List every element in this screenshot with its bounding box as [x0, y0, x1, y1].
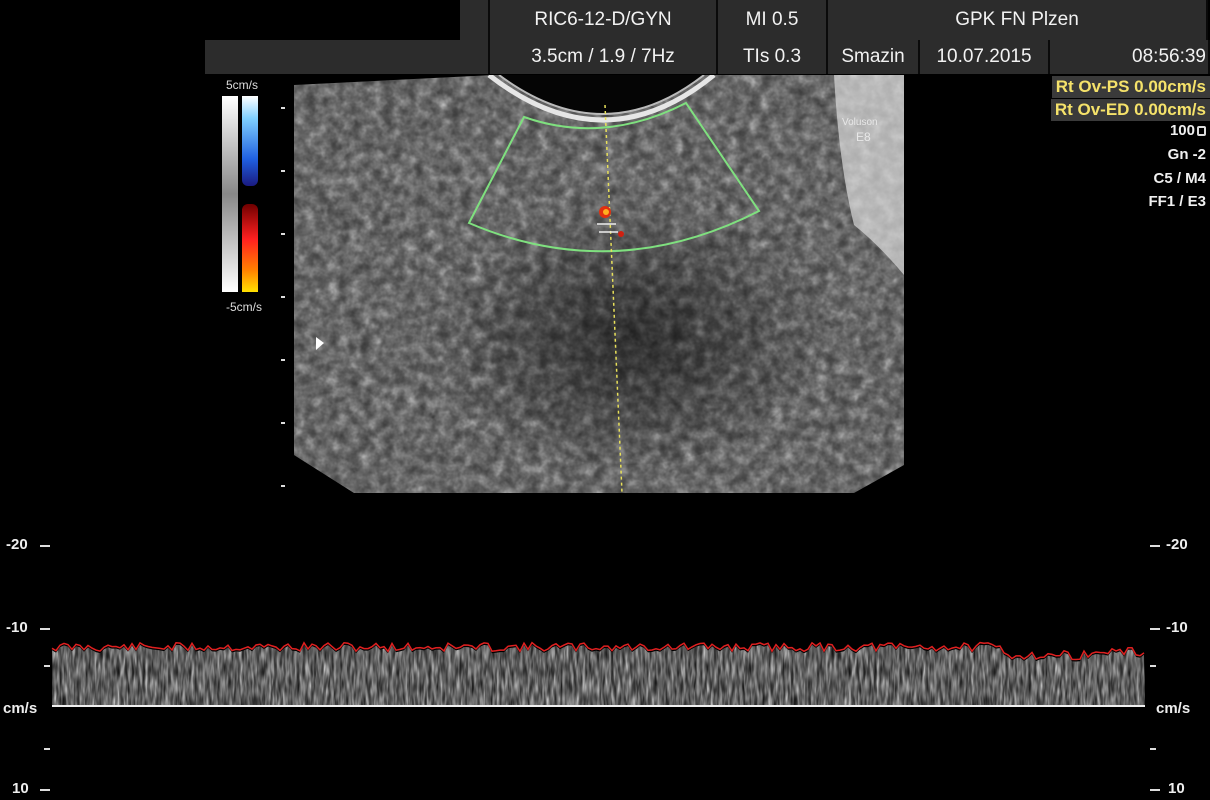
axis-right-unit: cm/s: [1156, 700, 1191, 717]
lock-icon: [1197, 126, 1206, 136]
axis-tick: [44, 665, 50, 667]
bmode-image: Voluson E8: [294, 75, 904, 493]
tis-label: TIs 0.3: [718, 40, 828, 74]
depth-tick: [281, 485, 285, 487]
axis-right-minus10: -10: [1166, 619, 1188, 636]
doppler-spectrum: [51, 495, 1145, 800]
axis-tick: [1150, 789, 1160, 791]
axis-tick: [40, 628, 50, 630]
gain-readout: Gn -2: [1167, 146, 1206, 163]
axis-left-plus10: 10: [12, 780, 29, 797]
axis-tick: [1150, 665, 1156, 667]
depth-tick: [281, 359, 285, 361]
depth-tick: [281, 422, 285, 424]
color-scale-bottom-label: -5cm/s: [226, 300, 262, 314]
axis-tick: [1150, 748, 1156, 750]
cm-readout: C5 / M4: [1153, 170, 1206, 187]
axis-right-plus10: 10: [1168, 780, 1185, 797]
axis-right-minus20: -20: [1166, 536, 1188, 553]
axis-left-minus10: -10: [6, 619, 28, 636]
ps-measurement: Rt Ov-PS 0.00cm/s: [1051, 76, 1210, 98]
power-readout: 100: [1170, 122, 1206, 139]
axis-tick: [40, 789, 50, 791]
axis-tick: [1150, 628, 1160, 630]
axis-tick: [40, 545, 50, 547]
axis-left-unit: cm/s: [3, 700, 38, 717]
operator-label: Smazin: [828, 40, 920, 74]
spectral-envelope: [52, 645, 1145, 706]
brand-line1: Voluson: [842, 117, 878, 128]
header-blank: [460, 0, 490, 40]
probe-label: RIC6-12-D/GYN: [490, 0, 718, 40]
depth-tick: [281, 107, 285, 109]
color-scale-bar: [222, 96, 260, 292]
ff-readout: FF1 / E3: [1148, 193, 1206, 210]
header-left-blank: [205, 40, 490, 74]
mi-label: MI 0.5: [718, 0, 828, 40]
color-scale-top-label: 5cm/s: [226, 78, 259, 92]
color-scale-gray: [222, 96, 238, 292]
brand-line2: E8: [856, 130, 871, 144]
depth-tick: [281, 170, 285, 172]
time-label: 08:56:39: [1050, 40, 1210, 74]
power-value: 100: [1169, 122, 1195, 139]
institution-label: GPK FN Plzen: [828, 0, 1208, 40]
date-label: 10.07.2015: [920, 40, 1050, 74]
depth-info-label: 3.5cm / 1.9 / 7Hz: [490, 40, 718, 74]
axis-tick: [1150, 545, 1160, 547]
color-scale-red: [242, 204, 258, 292]
depth-tick: [281, 233, 285, 235]
axis-left-minus20: -20: [6, 536, 28, 553]
depth-tick: [281, 296, 285, 298]
color-scale-blue: [242, 96, 258, 186]
ed-measurement: Rt Ov-ED 0.00cm/s: [1050, 99, 1210, 121]
axis-tick: [44, 748, 50, 750]
